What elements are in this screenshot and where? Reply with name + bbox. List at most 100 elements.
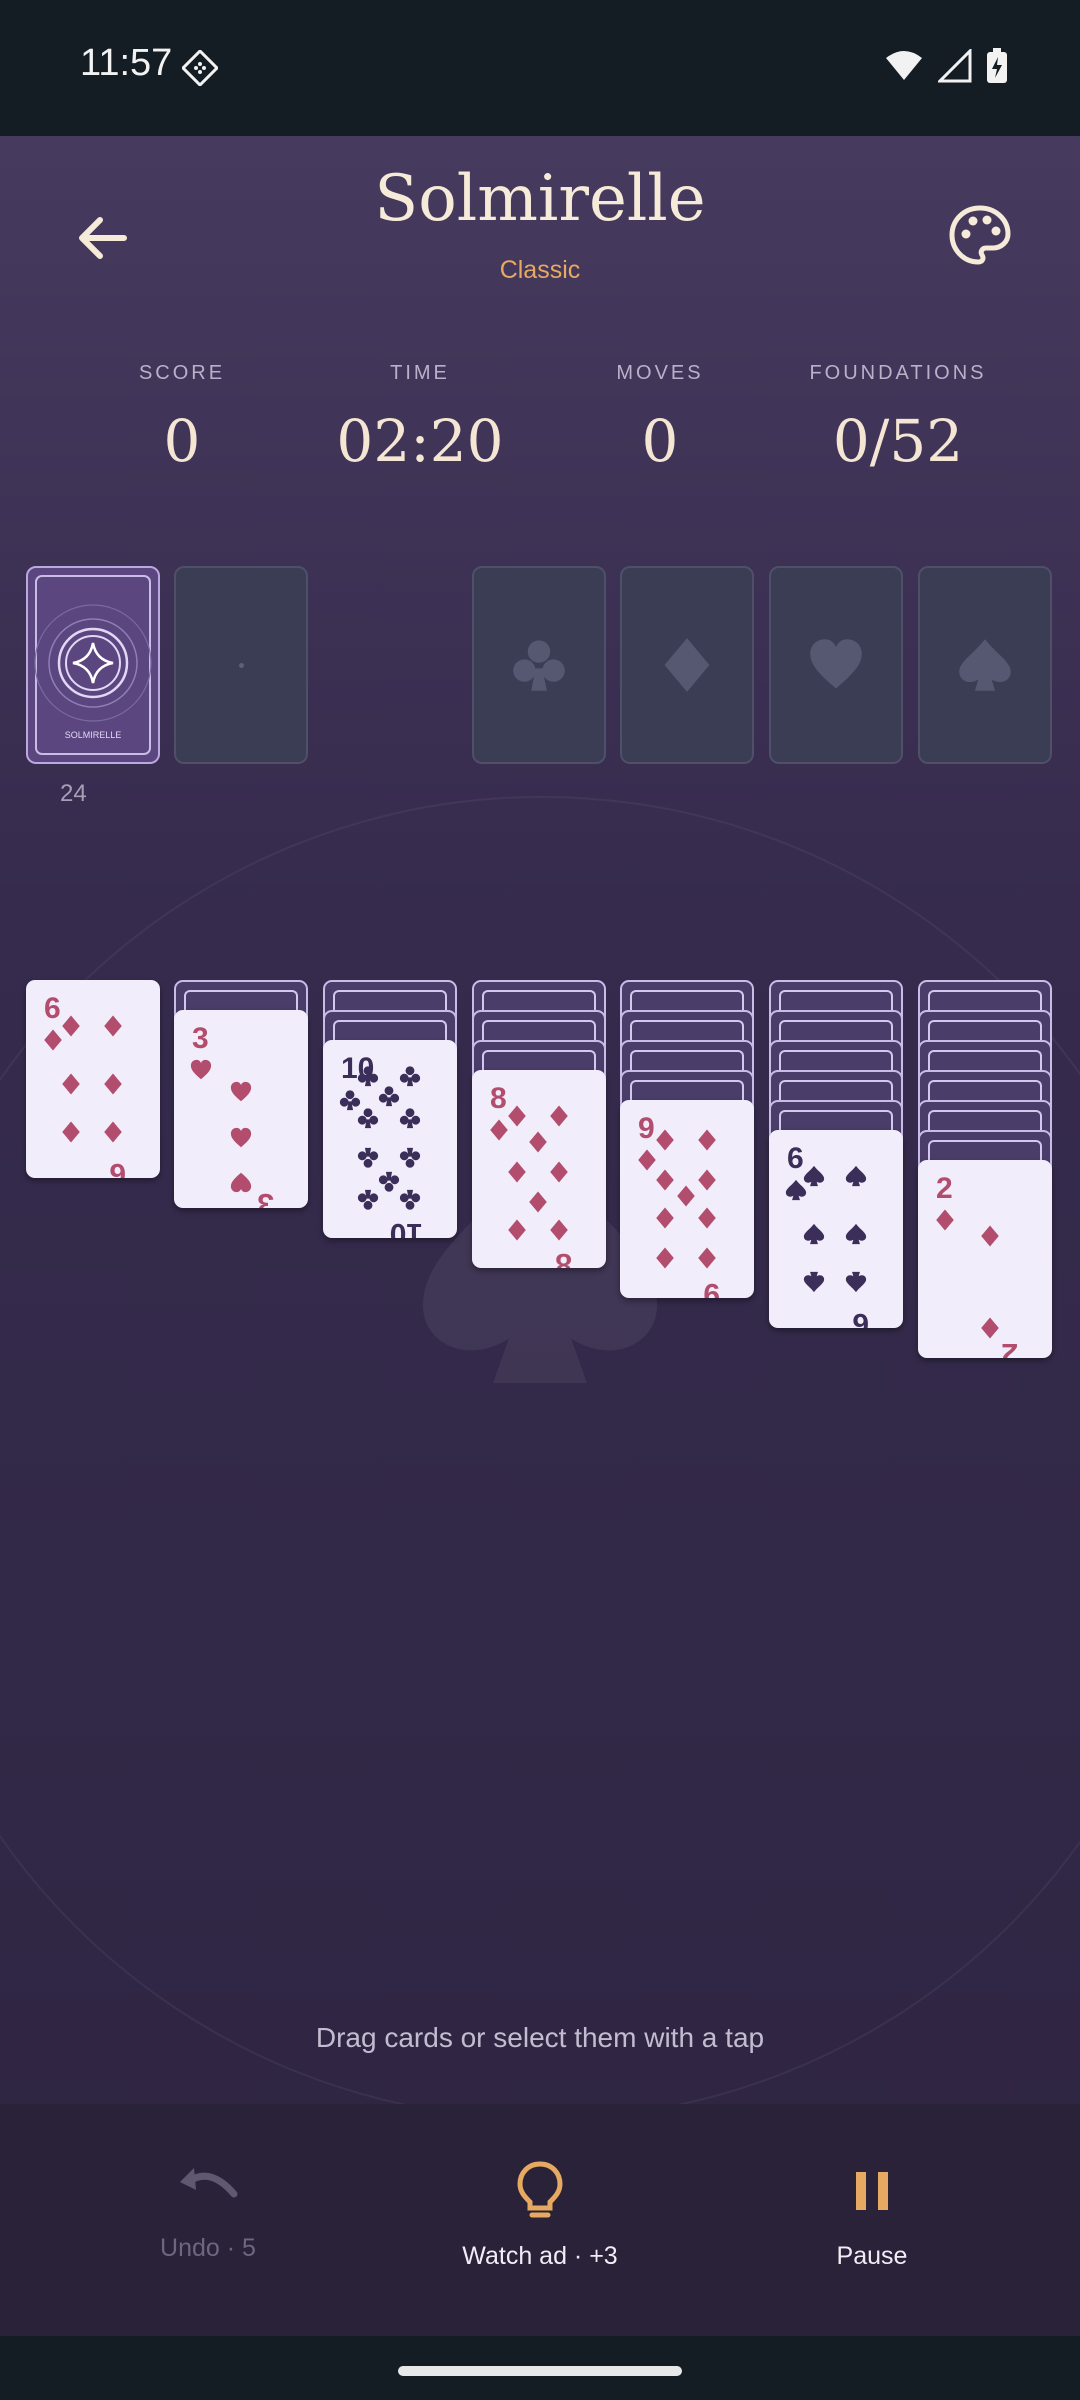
card-rank-bottom: 9	[703, 1277, 720, 1298]
card-back-brand: SOLMIRELLE	[65, 730, 122, 740]
battery-icon	[987, 48, 1007, 83]
card-9-of-diamonds[interactable]: 99	[620, 1100, 754, 1298]
card-rank-bottom: 8	[555, 1247, 572, 1268]
spade-pip-icon	[803, 1165, 825, 1187]
moves-value: 0	[641, 407, 679, 475]
club-pip-icon	[357, 1189, 379, 1210]
foundation-slot-heart[interactable]	[769, 566, 903, 764]
card-rank-top: 6	[787, 1142, 804, 1175]
diamond-index-icon	[638, 1149, 656, 1171]
card-face: 66	[44, 992, 126, 1178]
score-value: 0	[163, 407, 201, 475]
card-6-of-spades[interactable]: 66	[769, 1130, 903, 1328]
undo-button[interactable]: Undo · 5	[88, 2160, 328, 2263]
waste-dot	[238, 662, 244, 668]
spade-index-icon	[785, 1179, 807, 1201]
diamond-pip-icon	[508, 1161, 526, 1183]
diamond-pip-icon	[698, 1207, 716, 1229]
card-rank-top: 2	[936, 1172, 953, 1205]
diamond-pip-icon	[981, 1225, 999, 1247]
card-10-of-clubs[interactable]: 10 10	[323, 1040, 457, 1238]
spade-pip-icon	[845, 1223, 867, 1245]
diamond-pip-icon	[677, 1185, 695, 1207]
foundation-slot-club[interactable]	[472, 566, 606, 764]
diamond-pip-icon	[62, 1015, 80, 1037]
pause-button[interactable]: Pause	[752, 2160, 992, 2271]
undo-icon	[180, 2168, 238, 2198]
diamond-pip-icon	[698, 1169, 716, 1191]
game-mode: Classic	[499, 256, 581, 284]
home-indicator[interactable]	[398, 2366, 682, 2376]
diamond-pip-icon	[656, 1247, 674, 1269]
spade-pip-icon	[803, 1271, 825, 1293]
waste-pile[interactable]	[174, 566, 308, 764]
diamond-index-icon	[490, 1119, 508, 1141]
club-pip-icon	[357, 1108, 379, 1129]
club-pip-icon	[399, 1189, 421, 1210]
diamond-pip-icon	[550, 1219, 568, 1241]
action-bar: Undo · 5 Watch ad · +3 Pause	[0, 2104, 1080, 2336]
navigation-bar	[0, 2336, 1080, 2400]
foundations-label: FOUNDATIONS	[809, 362, 987, 384]
time-stat: TIME 02:20	[300, 362, 540, 475]
card-rank-bottom: 6	[852, 1307, 869, 1328]
foundations-value: 0/52	[832, 407, 964, 475]
diamond-pip-icon	[698, 1247, 716, 1269]
palette-icon[interactable]	[948, 204, 1012, 268]
foundation-slot-diamond[interactable]	[620, 566, 754, 764]
card-3-of-hearts[interactable]: 33	[174, 1010, 308, 1208]
card-rank-bottom: 3	[257, 1187, 274, 1208]
foundation-slot-spade[interactable]	[918, 566, 1052, 764]
spade-pip-icon	[803, 1223, 825, 1245]
stock-pile[interactable]: SOLMIRELLE	[26, 566, 160, 764]
club-pip-icon	[399, 1066, 421, 1087]
diamond-icon	[664, 638, 710, 692]
heart-pip-icon	[230, 1081, 252, 1102]
moves-label: MOVES	[616, 362, 704, 384]
heart-icon	[810, 639, 862, 689]
spade-pip-icon	[845, 1271, 867, 1293]
club-pip-icon	[378, 1171, 400, 1192]
diamond-pip-icon	[62, 1121, 80, 1143]
diamond-index-icon	[936, 1209, 954, 1231]
club-index-icon	[339, 1090, 361, 1111]
card-rank-top: 8	[490, 1082, 507, 1115]
club-pip-icon	[399, 1147, 421, 1168]
notification-icon	[182, 50, 218, 86]
score-label: SCORE	[138, 362, 226, 384]
card-rank-bottom: 6	[109, 1157, 126, 1178]
card-face: 1010	[339, 1052, 423, 1238]
watch-ad-hint-button[interactable]: Watch ad · +3	[420, 2160, 660, 2271]
diamond-index-icon	[44, 1029, 62, 1051]
stock-count: 24	[60, 780, 87, 807]
status-time: 11:57	[80, 42, 173, 84]
club-icon	[513, 640, 565, 691]
signal-icon	[938, 49, 972, 83]
pause-label: Pause	[836, 2242, 908, 2270]
time-label: TIME	[390, 362, 450, 384]
diamond-pip-icon	[62, 1073, 80, 1095]
heart-pip-icon	[230, 1172, 252, 1193]
diamond-pip-icon	[508, 1105, 526, 1127]
card-2-of-diamonds[interactable]: 22	[918, 1160, 1052, 1358]
card-face: 99	[638, 1112, 720, 1298]
card-face: 66	[785, 1142, 869, 1328]
heart-pip-icon	[230, 1127, 252, 1148]
watch-ad-label: Watch ad · +3	[462, 2242, 618, 2270]
card-6-of-diamonds[interactable]: 66	[26, 980, 160, 1178]
card-face: 33	[190, 1022, 274, 1208]
card-back-emblem-icon: SOLMIRELLE	[34, 575, 152, 755]
card-8-of-diamonds[interactable]: 88	[472, 1070, 606, 1268]
club-pip-icon	[378, 1086, 400, 1107]
diamond-pip-icon	[656, 1207, 674, 1229]
diamond-pip-icon	[698, 1129, 716, 1151]
heart-index-icon	[190, 1059, 212, 1080]
diamond-pip-icon	[104, 1121, 122, 1143]
card-rank-top: 9	[638, 1112, 655, 1145]
foundations-stat: FOUNDATIONS 0/52	[778, 362, 1018, 475]
diamond-pip-icon	[529, 1131, 547, 1153]
spade-icon	[959, 639, 1011, 691]
moves-stat: MOVES 0	[540, 362, 780, 475]
diamond-pip-icon	[656, 1169, 674, 1191]
club-pip-icon	[357, 1147, 379, 1168]
